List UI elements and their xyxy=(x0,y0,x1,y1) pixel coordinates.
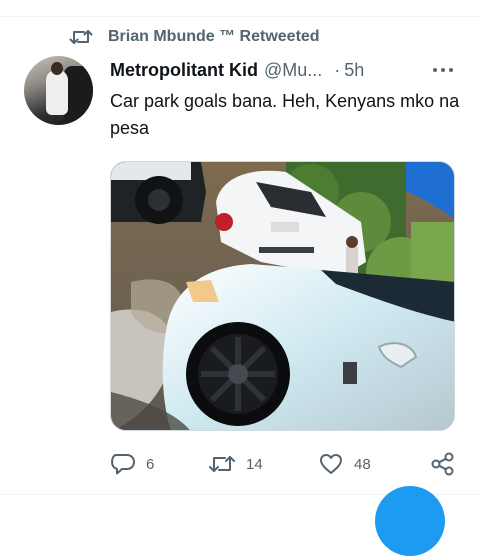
top-divider xyxy=(0,16,480,17)
retweet-context[interactable]: Brian Mbunde ™ Retweeted xyxy=(68,25,320,49)
tweet-text: Car park goals bana. Heh, Kenyans mko na… xyxy=(110,91,460,138)
share-icon xyxy=(431,452,454,476)
reply-icon xyxy=(111,454,135,475)
avatar-head-shape xyxy=(51,62,63,75)
reply-button[interactable]: 6 xyxy=(110,449,154,479)
retweet-button[interactable]: 14 xyxy=(208,449,263,479)
more-options-icon[interactable] xyxy=(430,60,456,80)
avatar-car-shape xyxy=(64,66,93,121)
tweet-photo[interactable] xyxy=(110,161,455,431)
heart-icon xyxy=(320,454,342,474)
retweet-icon xyxy=(68,26,94,48)
like-button[interactable]: 48 xyxy=(318,449,371,479)
tweet-header: Metropolitant Kid @Mu... · 5h xyxy=(110,58,364,82)
retweeted-by-label[interactable]: Brian Mbunde ™ Retweeted xyxy=(108,28,320,46)
reply-count: 6 xyxy=(146,455,155,473)
avatar-figure-shape xyxy=(46,70,68,115)
author-avatar[interactable] xyxy=(24,56,93,125)
tweet-timestamp[interactable]: 5h xyxy=(344,60,364,81)
retweet-action-icon xyxy=(209,456,235,472)
like-count: 48 xyxy=(354,455,371,473)
author-display-name[interactable]: Metropolitant Kid xyxy=(110,60,258,81)
tweet-actions: 6 14 48 xyxy=(110,449,460,479)
share-button[interactable] xyxy=(430,449,456,479)
compose-tweet-button[interactable] xyxy=(375,486,445,556)
author-handle[interactable]: @Mu... xyxy=(264,60,322,81)
retweet-count: 14 xyxy=(246,455,263,473)
header-separator: · xyxy=(334,59,341,80)
